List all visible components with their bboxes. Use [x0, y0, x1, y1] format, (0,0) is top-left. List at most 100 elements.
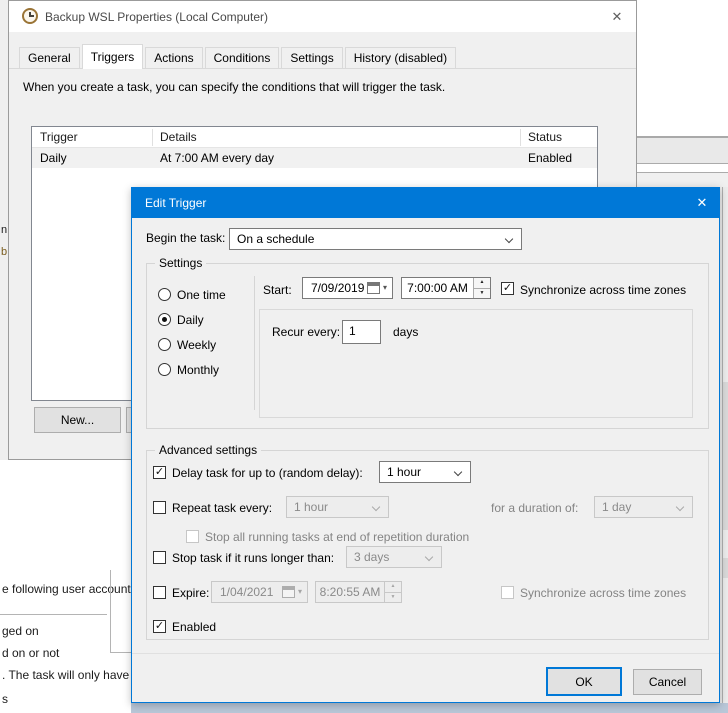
tab-actions[interactable]: Actions	[145, 47, 202, 68]
screen: n b e following user account ged on d on…	[0, 0, 728, 713]
close-icon[interactable]: ✕	[602, 4, 632, 30]
calendar-icon[interactable]	[367, 282, 380, 294]
chevron-down-icon	[372, 503, 380, 511]
duration-label: for a duration of:	[491, 501, 578, 515]
background-fill	[637, 173, 728, 187]
radio-weekly-label[interactable]: Weekly	[177, 338, 216, 352]
radio-one-time[interactable]	[158, 288, 171, 301]
start-time-input[interactable]: 7:00:00 AM ▲ ▼	[401, 277, 491, 299]
background-right-edge	[720, 187, 728, 703]
start-label: Start:	[263, 283, 292, 297]
recur-unit-label: days	[393, 325, 418, 339]
repeat-task-checkbox[interactable]	[153, 501, 166, 514]
duration-value: 1 day	[602, 500, 631, 514]
stop-task-duration-select: 3 days	[346, 546, 442, 568]
radio-monthly-label[interactable]: Monthly	[177, 363, 219, 377]
chevron-down-icon	[454, 468, 462, 476]
duration-select: 1 day	[594, 496, 693, 518]
expire-time-input: 8:20:55 AM ▲ ▼	[315, 581, 402, 603]
footer-divider	[132, 653, 719, 654]
chevron-down-icon	[505, 235, 513, 243]
tab-general[interactable]: General	[19, 47, 80, 68]
time-spinner[interactable]: ▲ ▼	[473, 278, 490, 298]
enabled-checkbox[interactable]: ✓	[153, 620, 166, 633]
radio-weekly[interactable]	[158, 338, 171, 351]
advanced-settings-label: Advanced settings	[155, 443, 261, 457]
table-row[interactable]: Daily At 7:00 AM every day Enabled	[32, 148, 597, 168]
stop-all-tasks-label: Stop all running tasks at end of repetit…	[205, 530, 469, 544]
expire-date-value: 1/04/2021	[220, 585, 273, 599]
background-text-fragment: ged on	[2, 624, 39, 638]
expire-sync-checkbox	[501, 586, 514, 599]
column-header-trigger[interactable]: Trigger	[40, 130, 78, 144]
recur-interval-input[interactable]: 1	[342, 320, 381, 344]
cell-trigger: Daily	[40, 151, 67, 165]
cell-details: At 7:00 AM every day	[160, 151, 274, 165]
background-bottom-strip	[131, 703, 728, 713]
repeat-interval-select: 1 hour	[286, 496, 389, 518]
tab-triggers[interactable]: Triggers	[82, 44, 144, 69]
background-text-fragment: n	[1, 223, 7, 237]
column-header-status[interactable]: Status	[528, 130, 562, 144]
caret-down-icon[interactable]: ▾	[383, 284, 387, 292]
background-window-fragments: e following user account ged on d on or …	[0, 460, 131, 713]
stop-task-label[interactable]: Stop task if it runs longer than:	[172, 551, 334, 565]
start-date-picker[interactable]: 7/09/2019 ▾	[302, 277, 393, 299]
tab-strip: General Triggers Actions Conditions Sett…	[9, 45, 636, 69]
background-toolbar-band	[637, 136, 728, 164]
tab-conditions[interactable]: Conditions	[205, 47, 280, 68]
radio-monthly[interactable]	[158, 363, 171, 376]
radio-daily-label[interactable]: Daily	[177, 313, 204, 327]
ok-button[interactable]: OK	[546, 667, 622, 696]
close-icon[interactable]: ✕	[685, 188, 719, 218]
delay-task-label[interactable]: Delay task for up to (random delay):	[172, 466, 363, 480]
start-time-value: 7:00:00 AM	[402, 278, 473, 298]
time-spinner: ▲ ▼	[384, 582, 401, 602]
column-divider	[520, 129, 521, 146]
dialog-titlebar: Edit Trigger ✕	[132, 188, 719, 218]
stop-task-checkbox[interactable]	[153, 551, 166, 564]
check-icon: ✓	[503, 283, 512, 294]
background-text-fragment: e following user account	[2, 582, 131, 596]
new-button[interactable]: New...	[34, 407, 121, 433]
radio-one-time-label[interactable]: One time	[177, 288, 226, 302]
tab-settings[interactable]: Settings	[281, 47, 342, 68]
spin-down-icon[interactable]: ▼	[474, 288, 490, 299]
check-icon: ✓	[155, 467, 164, 478]
begin-task-select[interactable]: On a schedule	[229, 228, 522, 250]
sync-timezones-label[interactable]: Synchronize across time zones	[520, 283, 686, 297]
expire-checkbox[interactable]	[153, 586, 166, 599]
column-header-details[interactable]: Details	[160, 130, 197, 144]
enabled-label[interactable]: Enabled	[172, 620, 216, 634]
chevron-down-icon	[676, 503, 684, 511]
sync-timezones-checkbox[interactable]: ✓	[501, 282, 514, 295]
stop-task-duration-value: 3 days	[354, 550, 389, 564]
begin-task-label: Begin the task:	[146, 231, 225, 245]
check-icon: ✓	[155, 621, 164, 632]
spin-down-icon: ▼	[385, 592, 401, 603]
column-divider	[152, 129, 153, 146]
expire-sync-label: Synchronize across time zones	[520, 586, 686, 600]
repeat-task-label[interactable]: Repeat task every:	[172, 501, 272, 515]
background-scrollbar-fragment	[723, 382, 728, 530]
table-header: Trigger Details Status	[32, 127, 597, 148]
cell-status: Enabled	[528, 151, 572, 165]
tab-history[interactable]: History (disabled)	[345, 47, 456, 68]
window-title: Backup WSL Properties (Local Computer)	[45, 10, 268, 24]
spin-up-icon[interactable]: ▲	[474, 278, 490, 288]
background-text-fragment: d on or not	[2, 646, 59, 660]
delay-task-checkbox[interactable]: ✓	[153, 466, 166, 479]
edit-trigger-dialog: Edit Trigger ✕ Begin the task: On a sche…	[131, 187, 720, 703]
radio-daily[interactable]	[158, 313, 171, 326]
background-left-edge: n b	[0, 0, 8, 460]
start-date-value: 7/09/2019	[311, 281, 364, 295]
cancel-button[interactable]: Cancel	[633, 669, 702, 695]
chevron-down-icon	[425, 553, 433, 561]
delay-duration-select[interactable]: 1 hour	[379, 461, 471, 483]
background-text-fragment: b	[1, 245, 7, 259]
expire-label[interactable]: Expire:	[172, 586, 209, 600]
background-divider	[110, 570, 111, 652]
background-divider	[110, 652, 131, 653]
background-divider	[0, 614, 107, 615]
begin-task-value: On a schedule	[237, 232, 314, 246]
